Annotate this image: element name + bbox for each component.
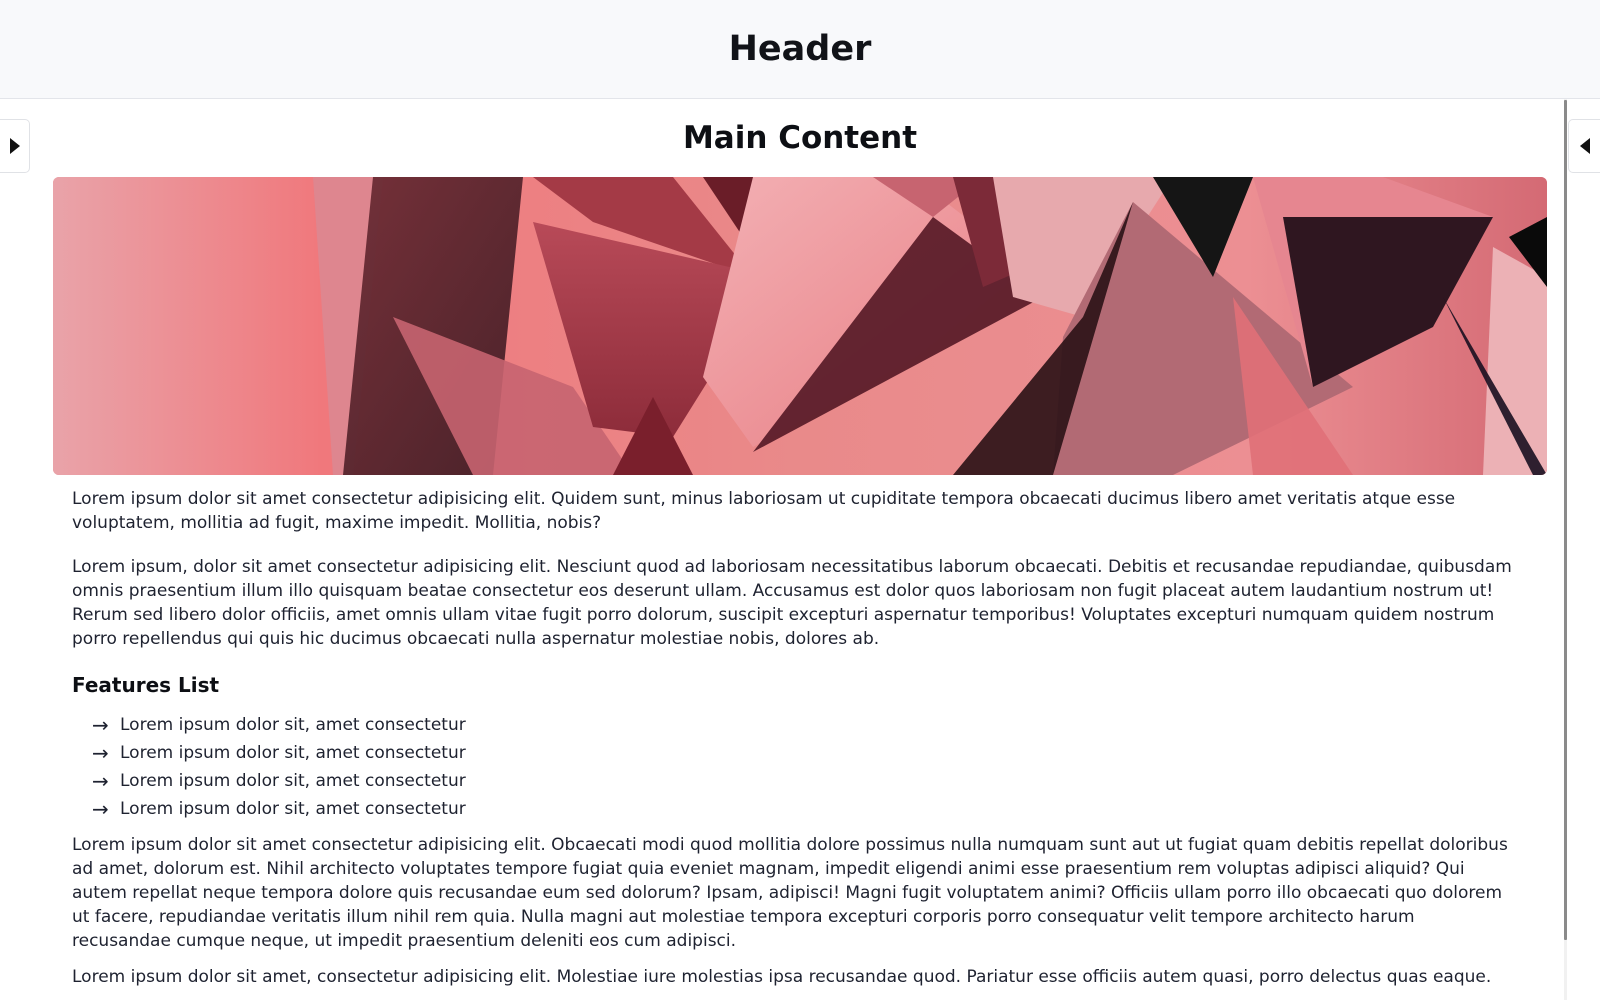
arrow-right-icon: → [92, 741, 109, 765]
main-content-title: Main Content [682, 120, 918, 156]
list-item-label: Lorem ipsum dolor sit, amet consectetur [120, 771, 466, 791]
banner-image [53, 177, 1547, 475]
list-item: → Lorem ipsum dolor sit, amet consectetu… [92, 739, 1512, 767]
list-item-label: Lorem ipsum dolor sit, amet consectetur [120, 743, 466, 763]
list-item-label: Lorem ipsum dolor sit, amet consectetur [120, 715, 466, 735]
paragraph: Lorem ipsum dolor sit amet consectetur a… [72, 835, 1508, 951]
scrollbar-thumb[interactable] [1564, 100, 1567, 940]
main-viewport[interactable]: Main Content Lorem ipsum dolor sit amet … [0, 99, 1600, 1000]
header-title: Header [728, 29, 872, 69]
arrow-right-icon: → [92, 769, 109, 793]
paragraph: Lorem ipsum dolor sit amet consectetur a… [72, 489, 1456, 533]
page-header: Header [0, 0, 1600, 99]
list-item: → Lorem ipsum dolor sit, amet consectetu… [92, 767, 1512, 795]
features-heading: Features List [72, 673, 220, 697]
list-item: → Lorem ipsum dolor sit, amet consectetu… [92, 795, 1512, 823]
paragraph: Lorem ipsum, dolor sit amet consectetur … [72, 557, 1512, 649]
features-list: → Lorem ipsum dolor sit, amet consectetu… [72, 711, 1512, 823]
paragraph: Lorem ipsum dolor sit amet, consectetur … [72, 967, 1492, 987]
list-item: → Lorem ipsum dolor sit, amet consectetu… [92, 711, 1512, 739]
arrow-right-icon: → [92, 713, 109, 737]
arrow-right-icon: → [92, 797, 109, 821]
abstract-polygon-artwork [53, 177, 1547, 475]
article-content: Lorem ipsum dolor sit amet consectetur a… [72, 487, 1512, 1000]
list-item-label: Lorem ipsum dolor sit, amet consectetur [120, 799, 466, 819]
